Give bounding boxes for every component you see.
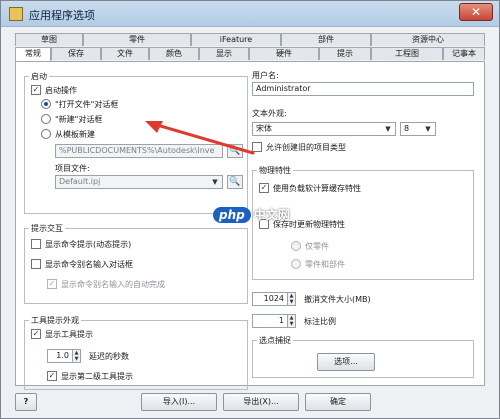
window-title: 应用程序选项	[29, 9, 95, 22]
undo-size-input[interactable]: 1024	[252, 292, 288, 306]
physical-properties-group: 物理特性 ✓ 使用负载软计算缓存特性 保存时更新物理特性 仅零件 零件和部件	[252, 165, 474, 280]
selection-snap-group: 选点捕捉 选项...	[252, 335, 474, 378]
selection-options-button[interactable]: 选项...	[317, 353, 375, 371]
search-icon: 🔍	[229, 177, 241, 187]
chevron-down-icon: ▼	[425, 125, 431, 133]
tab-general[interactable]: 常规	[15, 47, 51, 61]
tooltip-delay-label: 延迟的秒数	[89, 352, 129, 361]
new-dialog-radio[interactable]	[41, 114, 51, 124]
undo-size-label: 撤消文件大小(MB)	[304, 295, 371, 304]
username-label: 用户名:	[252, 71, 279, 80]
tab-colors[interactable]: 颜色	[149, 47, 199, 60]
dialog-footer: ? 导入(I)... 导出(X)... 确定	[1, 387, 499, 418]
new-from-template-label: 从模板新建	[55, 130, 95, 139]
title-bar: 应用程序选项 ✕	[1, 1, 499, 27]
tab-part[interactable]: 零件	[83, 33, 191, 46]
font-select[interactable]: 宋体	[252, 122, 396, 136]
tab-sketch[interactable]: 草图	[15, 33, 83, 46]
tooltip-appearance-group: 工具提示外观 ✓ 显示工具提示 1.0 ▲ ▼ 延迟的秒数 ✓ 显示第二级工具提示	[24, 315, 248, 390]
project-file-label: 项目文件:	[55, 164, 90, 173]
username-input[interactable]: Administrator	[252, 82, 474, 96]
enable-startup-checkbox[interactable]: ✓	[31, 85, 41, 95]
help-button[interactable]: ?	[15, 393, 37, 411]
chevron-down-icon: ▼	[385, 125, 391, 133]
tooltip-delay-input[interactable]: 1.0	[47, 349, 73, 363]
parts-only-radio[interactable]	[291, 241, 301, 251]
show-tooltips-checkbox[interactable]: ✓	[31, 329, 41, 339]
tab-drawing[interactable]: 工程图	[371, 47, 443, 60]
new-dialog-label: "新建"对话框	[55, 115, 103, 124]
parts-and-assemblies-label: 零件和部件	[305, 260, 345, 269]
open-file-dialog-radio[interactable]	[41, 99, 51, 109]
project-file-select[interactable]: Default.ipj	[55, 175, 223, 189]
prompt-interaction-title: 提示交互	[29, 223, 65, 234]
browse-project-button[interactable]: 🔍	[227, 175, 243, 189]
close-button[interactable]: ✕	[459, 3, 493, 21]
use-cached-properties-checkbox[interactable]: ✓	[259, 183, 269, 193]
general-tab-panel: 启动 ✓ 启动操作 "打开文件"对话框 "新建"对话框 从模板新建 %PUBLI…	[15, 61, 485, 390]
tab-file[interactable]: 文件	[101, 47, 149, 60]
application-options-window: 应用程序选项 ✕ 草图 零件 iFeature 部件 资源中心 常规 保存 文件…	[0, 0, 500, 419]
import-button[interactable]: 导入(I)...	[141, 393, 217, 411]
text-appearance-label: 文本外观:	[252, 109, 287, 118]
show-command-prompt-checkbox[interactable]	[31, 239, 41, 249]
allow-legacy-project-label: 允许创建旧的项目类型	[266, 143, 346, 152]
tab-save[interactable]: 保存	[51, 47, 101, 60]
php-watermark: php 中文网	[213, 206, 290, 223]
show-tooltips-label: 显示工具提示	[45, 330, 93, 339]
tab-content-center[interactable]: 资源中心	[371, 33, 485, 46]
annotation-scale-label: 标注比例	[304, 317, 336, 326]
new-from-template-radio[interactable]	[41, 129, 51, 139]
physical-properties-title: 物理特性	[257, 165, 293, 176]
parts-and-assemblies-radio[interactable]	[291, 259, 301, 269]
open-file-dialog-label: "打开文件"对话框	[55, 100, 119, 109]
alias-autocomplete-checkbox[interactable]: ✓	[47, 279, 57, 289]
watermark-badge: php	[213, 207, 251, 223]
undo-size-spinner[interactable]: ▲ ▼	[288, 292, 296, 306]
parts-only-label: 仅零件	[305, 242, 329, 251]
tab-prompts[interactable]: 提示	[319, 47, 371, 60]
show-command-prompt-label: 显示命令提示(动态提示)	[45, 240, 132, 249]
selection-snap-title: 选点捕捉	[257, 335, 293, 346]
tooltip-appearance-title: 工具提示外观	[29, 315, 81, 326]
chevron-down-icon: ▼	[212, 178, 218, 186]
show-second-tooltip-label: 显示第二级工具提示	[61, 372, 133, 381]
show-alias-dialog-label: 显示命令别名输入对话框	[45, 260, 133, 269]
use-cached-properties-label: 使用负载软计算缓存特性	[273, 184, 361, 193]
startup-group-title: 启动	[29, 71, 49, 82]
tooltip-delay-spinner[interactable]: ▲ ▼	[73, 349, 81, 363]
alias-autocomplete-label: 显示命令别名输入的自动完成	[61, 280, 165, 289]
tab-display[interactable]: 显示	[199, 47, 249, 60]
annotation-scale-input[interactable]: 1	[252, 314, 288, 328]
ok-button[interactable]: 确定	[305, 393, 371, 411]
annotation-scale-spinner[interactable]: ▲ ▼	[288, 314, 296, 328]
watermark-text: 中文网	[253, 208, 290, 222]
tab-ifeature[interactable]: iFeature	[191, 33, 281, 46]
annotation-arrow-icon	[145, 121, 255, 155]
tab-notebook[interactable]: 记事本	[443, 47, 485, 60]
tab-assembly[interactable]: 部件	[281, 33, 371, 46]
show-second-tooltip-checkbox[interactable]: ✓	[47, 371, 57, 381]
tab-hardware[interactable]: 硬件	[249, 47, 319, 60]
export-button[interactable]: 导出(X)...	[223, 393, 299, 411]
app-icon	[9, 7, 23, 21]
enable-startup-label: 启动操作	[45, 86, 77, 95]
prompt-interaction-group: 提示交互 显示命令提示(动态提示) 显示命令别名输入对话框 ✓ 显示命令别名输入…	[24, 223, 248, 304]
show-alias-dialog-checkbox[interactable]	[31, 259, 41, 269]
